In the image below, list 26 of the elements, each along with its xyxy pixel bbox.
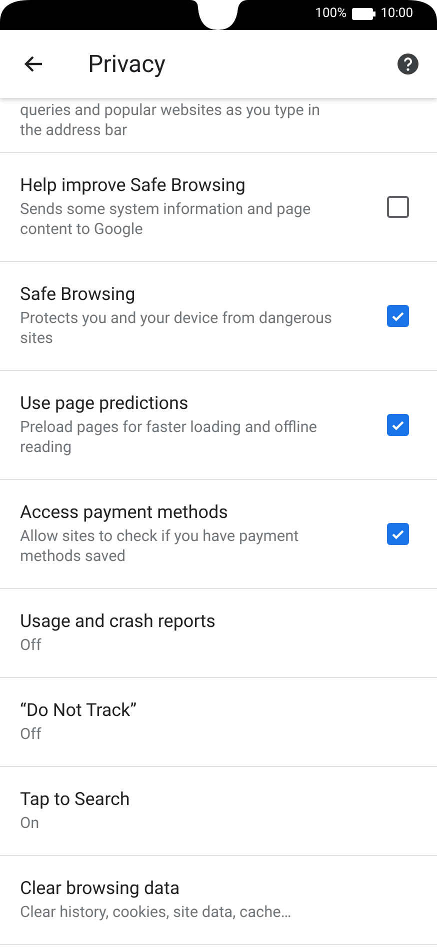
setting-description: Off [20, 635, 42, 655]
setting-description: Allow sites to check if you have payment methods saved [20, 526, 300, 566]
setting-description: Off [20, 724, 42, 744]
setting-description: Sends some system information and page content to Google [20, 199, 312, 239]
checkbox[interactable] [387, 414, 409, 436]
setting-title[interactable]: Help improve Safe Browsing [20, 175, 357, 196]
battery-icon [352, 8, 376, 20]
setting-description: Preload pages for faster loading and offline reading [20, 417, 318, 457]
setting-title[interactable]: Tap to Search [20, 789, 387, 810]
battery-percent: 100% [315, 6, 347, 21]
setting-title[interactable]: Use page predictions [20, 393, 357, 414]
checkbox[interactable] [387, 523, 409, 545]
setting-title[interactable]: Clear browsing data [20, 878, 387, 899]
setting-title[interactable]: Usage and crash reports [20, 611, 387, 632]
setting-title[interactable]: “Do Not Track” [20, 700, 387, 721]
setting-title[interactable]: Safe Browsing [20, 284, 357, 305]
setting-description: Clear history, cookies, site data, cache… [20, 902, 292, 922]
checkbox[interactable] [387, 305, 409, 327]
clock: 10:00 [380, 6, 413, 21]
setting-description: Protects you and your device from dangerous sites [20, 308, 333, 348]
checkbox[interactable] [387, 196, 409, 218]
setting-title[interactable]: Access payment methods [20, 502, 357, 523]
setting-description: On [20, 813, 40, 833]
page-title: Privacy [88, 50, 167, 78]
help-icon[interactable] [397, 53, 419, 75]
setting-description: queries and popular websites as you type in the address bar [20, 100, 322, 141]
